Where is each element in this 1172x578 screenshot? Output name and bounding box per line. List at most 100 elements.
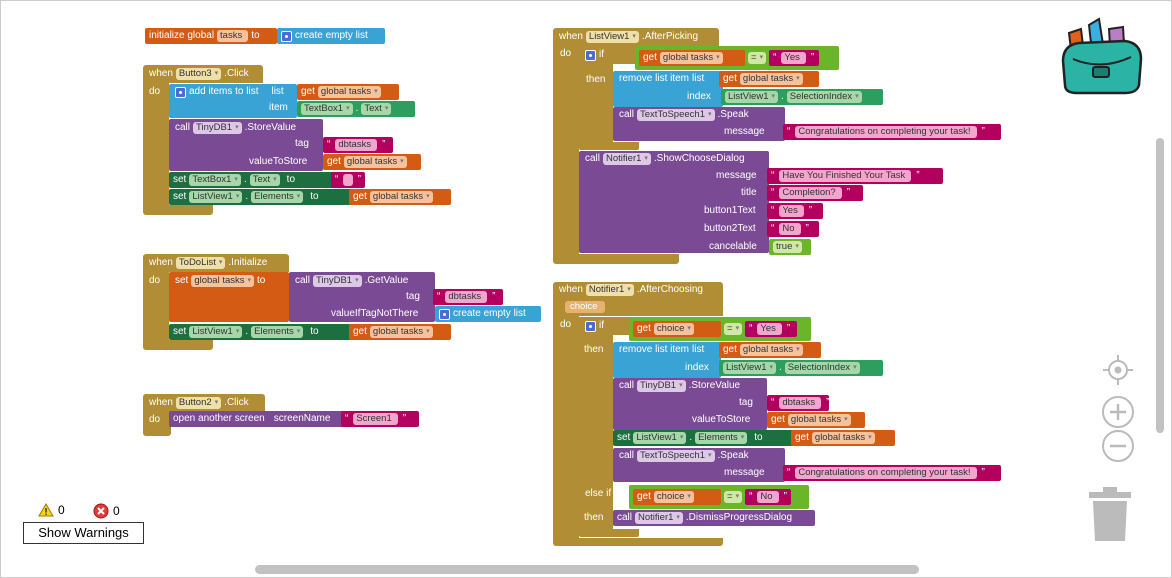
variable-dropdown[interactable]: global tasks [369, 326, 433, 338]
variable-dropdown[interactable]: global tasks [739, 344, 803, 356]
component-dropdown[interactable]: ListView1 [723, 362, 777, 374]
component-dropdown[interactable]: ListView1 [189, 326, 243, 338]
component-dropdown[interactable]: TextToSpeech1 [637, 450, 715, 462]
call-notifier-dismiss[interactable]: call Notifier1 .DismissProgressDialog [613, 510, 815, 526]
variable-dropdown[interactable]: global tasks [739, 73, 803, 85]
property-dropdown[interactable]: Elements [695, 432, 748, 444]
text-value[interactable]: Have You Finished Your Task [779, 170, 912, 182]
congrats-text-block[interactable]: Congratulations on completing your task! [783, 124, 1001, 140]
get-global-tasks[interactable]: get global tasks [323, 154, 421, 170]
operator-dropdown[interactable]: = [724, 491, 743, 503]
no-text-block[interactable]: No [745, 489, 792, 505]
variable-dropdown[interactable]: global tasks [659, 52, 723, 64]
get-global-tasks[interactable]: get global tasks [639, 50, 745, 66]
operator-dropdown[interactable]: = [748, 52, 767, 64]
mutator-gear-icon[interactable] [585, 49, 596, 61]
var-name-field[interactable]: tasks [217, 30, 249, 42]
variable-dropdown[interactable]: global tasks [317, 86, 381, 98]
property-dropdown[interactable]: Text [249, 174, 280, 186]
blocks-workspace[interactable]: initialize global tasks to create empty … [0, 0, 1172, 578]
mutator-gear-icon[interactable] [281, 30, 292, 42]
set-listview1-elements[interactable]: set ListView1 . Elements to [169, 324, 355, 340]
text-value[interactable] [343, 174, 353, 186]
vertical-scrollbar[interactable] [1156, 138, 1164, 433]
true-boolean-block[interactable]: true [769, 239, 811, 255]
compare-block[interactable]: get global tasks = Yes [635, 46, 839, 70]
create-empty-list-block[interactable]: create empty list [277, 28, 385, 44]
component-dropdown[interactable]: Notifier1 [603, 153, 651, 165]
text-value[interactable]: No [779, 223, 801, 235]
get-choice[interactable]: get choice [633, 321, 721, 337]
property-dropdown[interactable]: SelectionIndex [784, 362, 860, 374]
text-value[interactable]: No [757, 491, 779, 503]
set-listview1-elements[interactable]: set ListView1 . Elements to [169, 189, 355, 205]
tag-text-block[interactable]: dbtasks [323, 137, 393, 153]
component-dropdown[interactable]: ListView1 [189, 191, 243, 203]
mutator-gear-icon[interactable] [175, 86, 186, 98]
operator-dropdown[interactable]: = [724, 323, 743, 335]
set-listview1-elements[interactable]: set ListView1 . Elements to [613, 430, 795, 446]
button2-text-block[interactable]: No [767, 221, 819, 237]
show-warnings-button[interactable]: Show Warnings [23, 522, 144, 544]
backpack-icon[interactable] [1059, 15, 1145, 95]
tag-text-block[interactable]: dbtasks [767, 395, 829, 411]
get-global-tasks[interactable]: get global tasks [791, 430, 895, 446]
textbox1-text-getter[interactable]: TextBox1 . Text [297, 101, 415, 117]
variable-dropdown[interactable]: global tasks [811, 432, 875, 444]
component-dropdown[interactable]: ListView1 [585, 31, 639, 43]
mutator-gear-icon[interactable] [439, 308, 450, 320]
text-value[interactable]: Completion? [779, 187, 842, 199]
component-dropdown[interactable]: TinyDB1 [637, 380, 686, 392]
text-value[interactable]: dbtasks [779, 397, 822, 409]
component-dropdown[interactable]: TextBox1 [301, 103, 353, 115]
component-dropdown[interactable]: TextToSpeech1 [637, 109, 715, 121]
property-dropdown[interactable]: Elements [251, 191, 304, 203]
mutator-gear-icon[interactable] [585, 320, 596, 332]
get-global-tasks[interactable]: get global tasks [719, 71, 819, 87]
property-dropdown[interactable]: Text [361, 103, 392, 115]
trash-icon[interactable] [1087, 485, 1133, 543]
message-text-block[interactable]: Have You Finished Your Task [767, 168, 943, 184]
recenter-icon[interactable] [1101, 353, 1135, 387]
component-dropdown[interactable]: TinyDB1 [313, 275, 362, 287]
text-value[interactable]: Congratulations on completing your task! [795, 467, 977, 479]
choice-parameter[interactable]: choice [565, 301, 606, 313]
component-dropdown[interactable]: ListView1 [633, 432, 687, 444]
variable-dropdown[interactable]: choice [653, 491, 694, 503]
text-value[interactable]: Yes [757, 323, 782, 335]
component-dropdown[interactable]: ToDoList [175, 257, 226, 269]
get-global-tasks[interactable]: get global tasks [297, 84, 399, 100]
zoom-in-icon[interactable] [1101, 395, 1135, 429]
text-value[interactable]: Yes [779, 205, 804, 217]
component-dropdown[interactable]: ListView1 [725, 91, 779, 103]
text-value[interactable]: dbtasks [445, 291, 488, 303]
title-text-block[interactable]: Completion? [767, 185, 863, 201]
component-dropdown[interactable]: Button2 [175, 397, 222, 409]
text-value[interactable]: Screen1 [353, 413, 398, 425]
text-value[interactable]: Congratulations on completing your task! [795, 126, 977, 138]
zoom-out-icon[interactable] [1101, 429, 1135, 463]
tag-text-block[interactable]: dbtasks [433, 289, 503, 305]
get-choice[interactable]: get choice [633, 489, 721, 505]
property-dropdown[interactable]: SelectionIndex [786, 91, 862, 103]
listview1-selectionindex-getter[interactable]: ListView1 . SelectionIndex [721, 89, 883, 105]
yes-text-block[interactable]: Yes [769, 50, 820, 66]
compare-block[interactable]: get choice = Yes [629, 317, 811, 341]
get-global-tasks[interactable]: get global tasks [349, 324, 451, 340]
variable-dropdown[interactable]: global tasks [787, 414, 851, 426]
component-dropdown[interactable]: Notifier1 [585, 284, 634, 296]
get-global-tasks[interactable]: get global tasks [767, 412, 865, 428]
variable-dropdown[interactable]: choice [653, 323, 694, 335]
component-dropdown[interactable]: Notifier1 [635, 512, 683, 524]
open-another-screen-block[interactable]: open another screen screenName [169, 411, 345, 427]
empty-text-block[interactable] [331, 172, 365, 188]
initialize-global-row[interactable]: initialize global tasks to [145, 28, 277, 44]
text-value[interactable]: Yes [781, 52, 806, 64]
set-textbox1-text[interactable]: set TextBox1 . Text to [169, 172, 339, 188]
compare-block[interactable]: get choice = No [629, 485, 809, 509]
variable-dropdown[interactable]: global tasks [343, 156, 407, 168]
horizontal-scrollbar[interactable] [255, 565, 919, 574]
yes-text-block[interactable]: Yes [745, 321, 798, 337]
property-dropdown[interactable]: Elements [251, 326, 304, 338]
component-dropdown[interactable]: TextBox1 [189, 174, 241, 186]
